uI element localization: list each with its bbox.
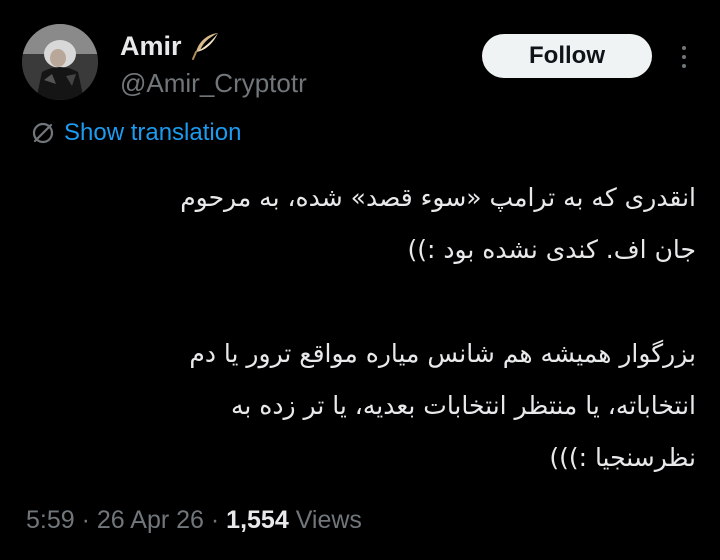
tweet: Amir @Amir_Cryptotr Follow Show translat… — [0, 0, 720, 560]
show-translation-link[interactable]: Show translation — [30, 118, 241, 148]
tweet-date[interactable]: 26 Apr 26 — [97, 506, 204, 534]
show-translation-label: Show translation — [64, 119, 242, 146]
follow-button[interactable]: Follow — [482, 34, 652, 78]
avatar-image — [22, 24, 98, 100]
tweet-text-line: جان اف. کندی نشده بود :)) — [407, 235, 696, 264]
more-dot — [682, 55, 686, 59]
more-dot — [682, 46, 686, 50]
tweet-text-line: بزرگوار همیشه هم شانس میاره مواقع ترور ی… — [189, 339, 696, 368]
tweet-text-line: نظرسنجیا :))) — [549, 443, 696, 472]
display-name[interactable]: Amir — [120, 30, 182, 62]
views-label: Views — [295, 506, 362, 534]
meta-separator: · — [210, 506, 220, 534]
author-name-row: Amir — [120, 30, 222, 62]
tweet-text: انقدری که به ترامپ «سوء قصد» شده، به مرح… — [36, 172, 696, 484]
feather-icon — [191, 33, 218, 60]
tweet-text-line: انقدری که به ترامپ «سوء قصد» شده، به مرح… — [180, 183, 696, 212]
tweet-metadata: 5:59 · 26 Apr 26 · 1,554 Views — [26, 504, 362, 536]
more-options-icon[interactable] — [672, 40, 696, 74]
tweet-time[interactable]: 5:59 — [26, 506, 75, 534]
more-dot — [682, 64, 686, 68]
meta-separator: · — [81, 506, 90, 534]
author-handle[interactable]: @Amir_Cryptotr — [120, 68, 307, 98]
tweet-text-line: انتخاباته، یا منتظر انتخابات بعدیه، یا ت… — [230, 391, 696, 420]
globe-icon — [32, 122, 54, 144]
views-count: 1,554 — [226, 506, 289, 534]
avatar[interactable] — [22, 24, 98, 100]
